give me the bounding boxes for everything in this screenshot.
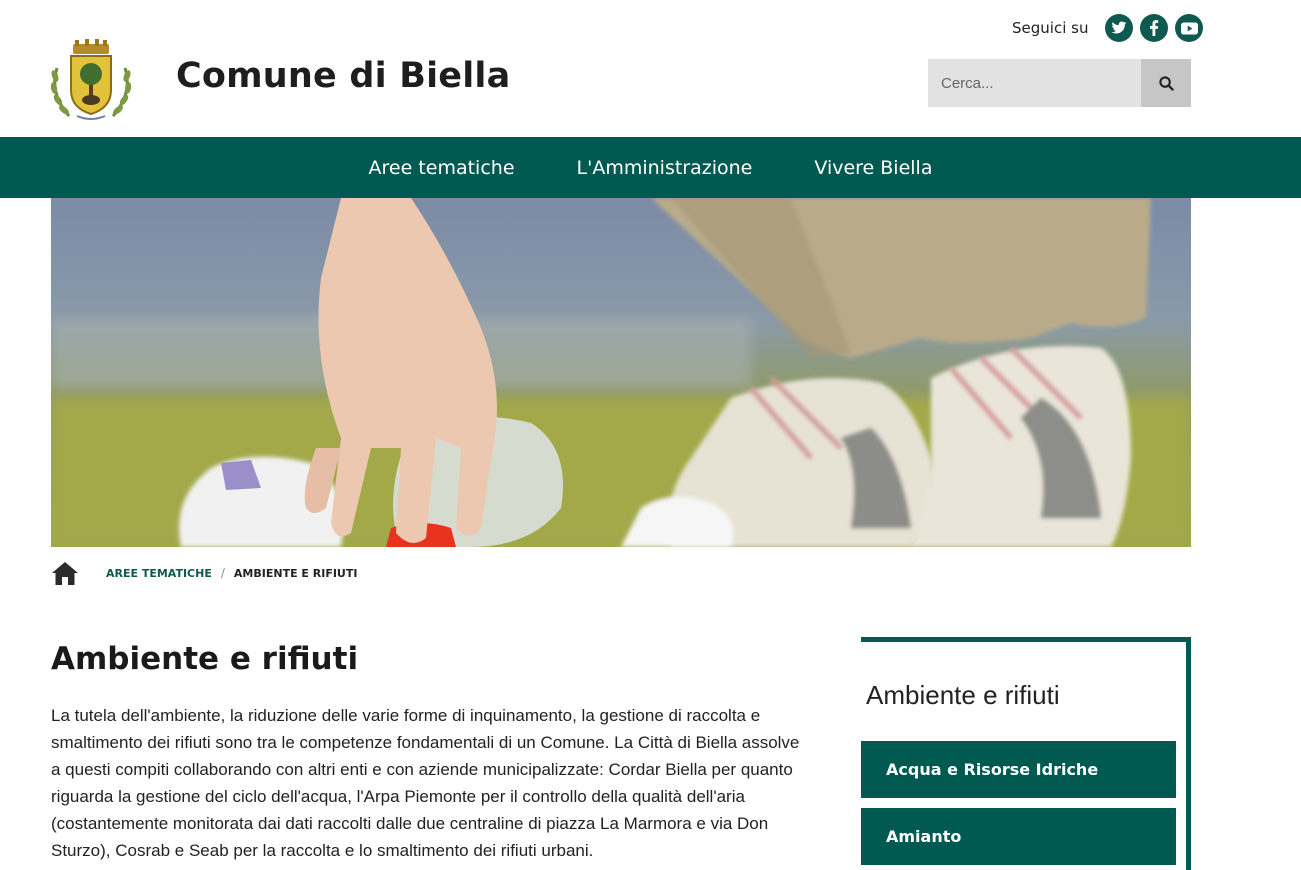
social-label: Seguici su <box>1012 19 1089 37</box>
breadcrumb-separator: / <box>220 566 225 580</box>
breadcrumb-current: Ambiente e rifiuti <box>233 566 358 580</box>
home-icon[interactable] <box>51 560 79 586</box>
nav-item-aree-tematiche[interactable]: Aree tematiche <box>369 157 515 179</box>
sidebar-title: Ambiente e rifiuti <box>866 680 1060 710</box>
facebook-icon[interactable] <box>1140 14 1169 42</box>
search-button[interactable] <box>1141 59 1191 107</box>
youtube-icon[interactable] <box>1175 14 1204 42</box>
site-header: Comune di Biella Seguici su <box>0 0 1301 137</box>
page-title: Ambiente e rifiuti <box>51 641 359 677</box>
intro-paragraph: La tutela dell'ambiente, la riduzione de… <box>51 706 800 860</box>
sidebar-link-acqua[interactable]: Acqua e Risorse Idriche <box>861 741 1176 798</box>
breadcrumb: Aree tematiche / Ambiente e rifiuti <box>51 560 357 586</box>
hero-image <box>51 198 1191 547</box>
nav-item-amministrazione[interactable]: L'Amministrazione <box>577 157 753 179</box>
search-icon <box>1158 75 1174 91</box>
twitter-icon[interactable] <box>1105 14 1134 42</box>
sidebar-menu: Ambiente e rifiuti Acqua e Risorse Idric… <box>861 637 1191 870</box>
main-nav: Aree tematiche L'Amministrazione Vivere … <box>0 137 1301 198</box>
sidebar-link-amianto[interactable]: Amianto <box>861 808 1176 865</box>
site-title[interactable]: Comune di Biella <box>176 56 510 96</box>
nav-item-vivere-biella[interactable]: Vivere Biella <box>814 157 932 179</box>
breadcrumb-link-aree-tematiche[interactable]: Aree tematiche <box>106 567 212 580</box>
social-links: Seguici su <box>1012 14 1204 42</box>
city-crest-logo[interactable] <box>47 38 135 122</box>
search-box <box>928 59 1191 107</box>
search-input[interactable] <box>928 59 1141 107</box>
